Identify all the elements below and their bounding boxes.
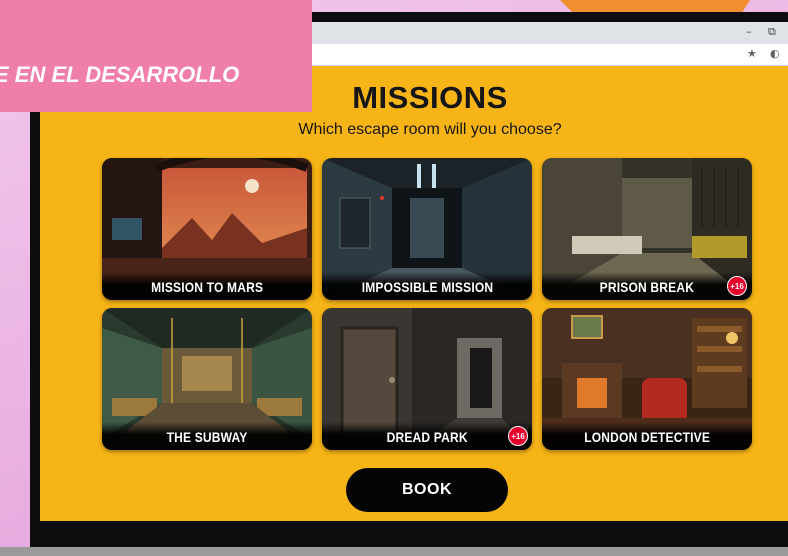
- room-title: DREAD PARK: [386, 429, 468, 445]
- room-title-bar: IMPOSSIBLE MISSION: [322, 272, 532, 300]
- minimize-button[interactable]: –: [746, 25, 752, 38]
- room-title-bar: PRISON BREAK: [542, 272, 752, 300]
- room-title: PRISON BREAK: [599, 279, 695, 295]
- room-card-impossible-mission[interactable]: IMPOSSIBLE MISSION: [322, 158, 532, 300]
- star-icon[interactable]: ★: [747, 47, 757, 60]
- room-title: LONDON DETECTIVE: [584, 429, 710, 445]
- promo-banner: E EN EL DESARROLLO: [0, 0, 312, 112]
- book-button[interactable]: BOOK: [346, 468, 508, 512]
- room-card-the-subway[interactable]: THE SUBWAY: [102, 308, 312, 450]
- room-title: IMPOSSIBLE MISSION: [361, 279, 493, 295]
- extension-icon[interactable]: ◐: [770, 47, 780, 60]
- banner-text: E EN EL DESARROLLO: [0, 62, 240, 87]
- room-title-bar: LONDON DETECTIVE: [542, 422, 752, 450]
- age-rating-badge: +16: [727, 276, 747, 296]
- room-title-bar: MISSION TO MARS: [102, 272, 312, 300]
- missions-grid: MISSION TO MARS IMPOSSIBLE MISSION PRISO…: [102, 158, 752, 450]
- room-title: MISSION TO MARS: [150, 279, 264, 295]
- room-card-prison-break[interactable]: PRISON BREAK +16: [542, 158, 752, 300]
- laptop-base-edge: [0, 547, 788, 556]
- escape-room-site: MISSIONS Which escape room will you choo…: [40, 66, 788, 521]
- page-subtitle: Which escape room will you choose?: [298, 121, 562, 138]
- room-card-dread-park[interactable]: DREAD PARK +16: [322, 308, 532, 450]
- age-rating-badge: +16: [508, 426, 528, 446]
- room-title-bar: THE SUBWAY: [102, 422, 312, 450]
- room-title: THE SUBWAY: [166, 429, 248, 445]
- room-title-bar: DREAD PARK: [322, 422, 532, 450]
- restore-button[interactable]: ⧉: [768, 25, 776, 39]
- room-card-london-detective[interactable]: LONDON DETECTIVE: [542, 308, 752, 450]
- room-card-mission-to-mars[interactable]: MISSION TO MARS: [102, 158, 312, 300]
